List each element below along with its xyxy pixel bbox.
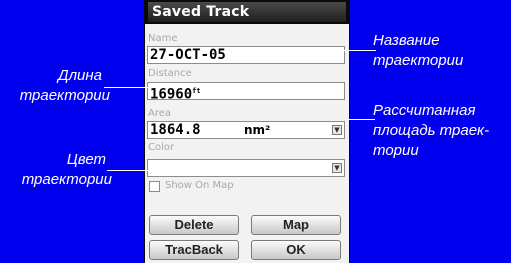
color-field[interactable]: ▼ (147, 159, 345, 177)
map-button[interactable]: Map (251, 215, 341, 235)
annotation-line: тории (373, 142, 419, 159)
annotation-line: Название (373, 32, 440, 49)
page-title: Saved Track (148, 2, 346, 22)
annotation-track-color: Цвет траектории (0, 150, 112, 190)
annotation-line: траектории (21, 171, 112, 188)
delete-button[interactable]: Delete (149, 215, 239, 235)
area-dropdown-arrow-icon[interactable]: ▼ (332, 125, 342, 135)
area-value: 1864.8 (150, 122, 201, 138)
distance-value: 16960 (150, 86, 193, 100)
area-label: Area (148, 108, 172, 119)
distance-field[interactable]: 16960ft (147, 82, 345, 100)
trackback-button[interactable]: TracBack (149, 240, 239, 260)
leader-line (344, 119, 375, 120)
distance-unit: ft (192, 87, 201, 95)
name-label: Name (148, 33, 178, 44)
annotation-line: траектории (373, 52, 464, 69)
show-on-map-checkbox[interactable] (149, 181, 160, 192)
annotation-line: траектории (19, 87, 110, 104)
annotation-line: Рассчитанная (373, 102, 476, 119)
annotation-track-name: Название траектории (373, 31, 463, 71)
leader-line (107, 170, 148, 171)
name-value: 27-OCT-05 (150, 47, 226, 63)
annotation-line: Цвет (66, 151, 106, 168)
area-unit: nm² (244, 123, 271, 137)
color-dropdown-arrow-icon[interactable]: ▼ (332, 163, 342, 173)
show-on-map-label: Show On Map (165, 180, 234, 191)
area-field[interactable]: 1864.8 nm² ▼ (147, 121, 345, 139)
annotation-track-length: Длина траектории (0, 66, 110, 106)
name-field[interactable]: 27-OCT-05 (147, 46, 345, 64)
color-label: Color (148, 142, 175, 153)
leader-line (104, 87, 148, 88)
annotation-line: площадь трaек- (373, 122, 490, 139)
annotation-computed-area: Рассчитанная площадь трaек- тории (373, 101, 489, 161)
distance-label: Distance (148, 68, 192, 79)
annotation-line: Длина (58, 67, 102, 84)
leader-line (338, 50, 376, 51)
ok-button[interactable]: OK (251, 240, 341, 260)
